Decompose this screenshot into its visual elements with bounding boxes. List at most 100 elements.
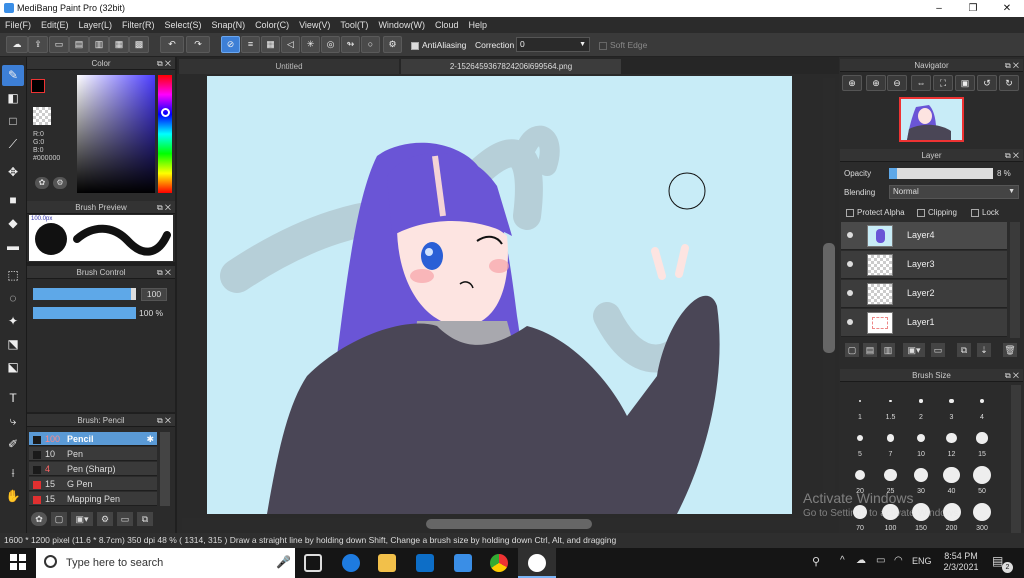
new-8bit-layer-icon[interactable]: ▥ <box>881 343 895 357</box>
edge-browser-icon[interactable] <box>342 554 360 572</box>
blur-tool-icon[interactable]: ✐ <box>2 434 24 455</box>
text-tool-icon[interactable]: T <box>2 388 24 409</box>
drawing-canvas[interactable] <box>207 76 792 514</box>
soft-edge-toggle[interactable]: Soft Edge <box>599 40 647 50</box>
panel-close-icon[interactable]: ⧉ ✕ <box>157 414 171 427</box>
taskbar-search[interactable]: Type here to search 🎤 <box>36 548 295 578</box>
folder-icon[interactable]: ▭ <box>117 512 133 526</box>
new-brush-icon[interactable]: ▢ <box>51 512 67 526</box>
duplicate-icon[interactable]: ⧉ <box>137 512 153 526</box>
correction-select[interactable]: 0 ▼ <box>516 37 590 52</box>
flip-icon[interactable]: ⇔ <box>911 75 931 91</box>
chat-icon[interactable]: ▭ <box>49 36 69 53</box>
microsoft-store-icon[interactable] <box>416 554 434 572</box>
layer-row-layer2[interactable]: Layer2 <box>841 280 1007 308</box>
clock[interactable]: 8:54 PM 2/3/2021 <box>942 551 980 573</box>
add-layer-menu-icon[interactable]: ▣▾ <box>903 343 925 357</box>
menu-select[interactable]: Select(S) <box>165 20 202 30</box>
rotate-left-icon[interactable]: ↺ <box>977 75 997 91</box>
horizontal-scrollbar[interactable] <box>182 518 820 530</box>
battery-icon[interactable]: ▭ <box>876 555 885 566</box>
brush-opacity-slider[interactable] <box>33 307 136 319</box>
layer-row-layer3[interactable]: Layer3 <box>841 251 1007 279</box>
medibang-taskbar-button[interactable] <box>518 548 556 578</box>
brush-size-option[interactable]: 4 <box>967 387 997 421</box>
soft-edge-checkbox[interactable] <box>599 41 607 50</box>
protect-alpha-checkbox[interactable] <box>846 208 854 217</box>
snap-circle-icon[interactable]: ◎ <box>321 36 340 53</box>
chevron-up-icon[interactable]: ^ <box>840 555 845 566</box>
undo-icon[interactable]: ↶ <box>160 36 184 53</box>
select-eraser-icon[interactable]: ⬕ <box>2 357 24 378</box>
eye-icon[interactable] <box>847 290 853 296</box>
redo-icon[interactable]: ↷ <box>186 36 210 53</box>
snap-curve-icon[interactable]: ↬ <box>341 36 360 53</box>
magic-wand-icon[interactable]: ✦ <box>2 311 24 332</box>
lasso-tool-icon[interactable]: ◌ <box>2 288 24 309</box>
close-button[interactable]: ✕ <box>990 0 1024 17</box>
panel-close-icon[interactable]: ⧉ ✕ <box>157 201 171 214</box>
snap-off-icon[interactable]: ⊘ <box>221 36 240 53</box>
fit-window-icon[interactable]: ⛶ <box>933 75 953 91</box>
layer-list-scrollbar[interactable] <box>1010 222 1020 338</box>
language-indicator[interactable]: ENG <box>912 556 932 566</box>
brush-item-g-pen[interactable]: 15 G Pen <box>29 477 157 491</box>
menu-color[interactable]: Color(C) <box>255 20 289 30</box>
vertical-scroll-thumb[interactable] <box>823 243 835 353</box>
tab-image[interactable]: 2-1526459367824206l699564.png <box>401 59 621 74</box>
hue-handle[interactable] <box>161 108 170 117</box>
new-halftone-layer-icon[interactable]: ▤ <box>863 343 877 357</box>
brush-size-option[interactable]: 1 <box>845 387 875 421</box>
windows-start-icon[interactable] <box>10 554 26 570</box>
menu-layer[interactable]: Layer(L) <box>79 20 113 30</box>
wifi-icon[interactable]: ◠ <box>894 555 903 566</box>
brush-list-scrollbar[interactable] <box>160 432 170 506</box>
brush-item-pencil[interactable]: 100 Pencil ✱ <box>29 432 157 446</box>
dot-tool-icon[interactable]: ⟋ <box>2 134 24 155</box>
mail-icon[interactable] <box>454 554 472 572</box>
cloud-sync-icon[interactable]: ☁ <box>856 555 866 566</box>
panel-close-icon[interactable]: ⧉ ✕ <box>157 57 171 70</box>
protect-alpha-toggle[interactable]: Protect Alpha <box>846 208 905 217</box>
panel-close-icon[interactable]: ⧉ ✕ <box>1005 149 1019 162</box>
antialiasing-checkbox[interactable] <box>411 41 419 50</box>
menu-help[interactable]: Help <box>468 20 487 30</box>
eye-icon[interactable] <box>847 261 853 267</box>
brush-size-option[interactable]: 5 <box>845 424 875 458</box>
eyedropper-tool-icon[interactable]: ⟊ <box>2 463 24 484</box>
folder-icon[interactable]: ▭ <box>931 343 945 357</box>
task-view-icon[interactable] <box>304 554 322 572</box>
brush-item-pen[interactable]: 10 Pen <box>29 447 157 461</box>
palette-list-icon[interactable]: ⚙ <box>53 177 67 189</box>
brush-size-option[interactable]: 2 <box>906 387 936 421</box>
gradient-tool-icon[interactable]: ▬ <box>2 236 24 257</box>
snap-ellipse-icon[interactable]: ○ <box>361 36 380 53</box>
zoom-out-icon[interactable]: ⊖ <box>887 75 907 91</box>
hue-slider[interactable] <box>158 75 172 193</box>
brush-tool-icon[interactable]: ✎ <box>2 65 24 86</box>
grid-doc-icon[interactable]: ▦ <box>109 36 129 53</box>
eye-icon[interactable] <box>847 232 853 238</box>
tab-untitled[interactable]: Untitled <box>179 59 399 74</box>
brush-size-option[interactable]: 12 <box>937 424 967 458</box>
panel-close-icon[interactable]: ⧉ ✕ <box>1005 369 1019 382</box>
file-explorer-icon[interactable] <box>378 554 396 572</box>
layer-row-layer4[interactable]: Layer4 <box>841 222 1007 250</box>
snap-settings-icon[interactable]: ⚙ <box>383 36 402 53</box>
palette-icon[interactable]: ✿ <box>35 177 49 189</box>
panel-close-icon[interactable]: ⧉ ✕ <box>1005 59 1019 72</box>
brush-size-scrollbar[interactable] <box>1011 385 1021 533</box>
gear-icon[interactable]: ✱ <box>146 432 154 446</box>
lock-checkbox[interactable] <box>971 208 979 217</box>
actual-size-icon[interactable]: ▣ <box>955 75 975 91</box>
brush-size-option[interactable]: 7 <box>876 424 906 458</box>
snap-radial-icon[interactable]: ✳ <box>301 36 320 53</box>
lock-toggle[interactable]: Lock <box>971 208 999 217</box>
brush-size-option[interactable]: 40 <box>937 461 967 495</box>
brush-size-option[interactable]: 300 <box>967 498 997 532</box>
people-icon[interactable]: ⚲ <box>812 555 820 568</box>
blending-select[interactable]: Normal ▼ <box>889 185 1019 199</box>
snap-parallel-icon[interactable]: ≡ <box>241 36 260 53</box>
panel-close-icon[interactable]: ⧉ ✕ <box>157 266 171 279</box>
zoom-in-icon[interactable]: ⊕ <box>866 75 886 91</box>
